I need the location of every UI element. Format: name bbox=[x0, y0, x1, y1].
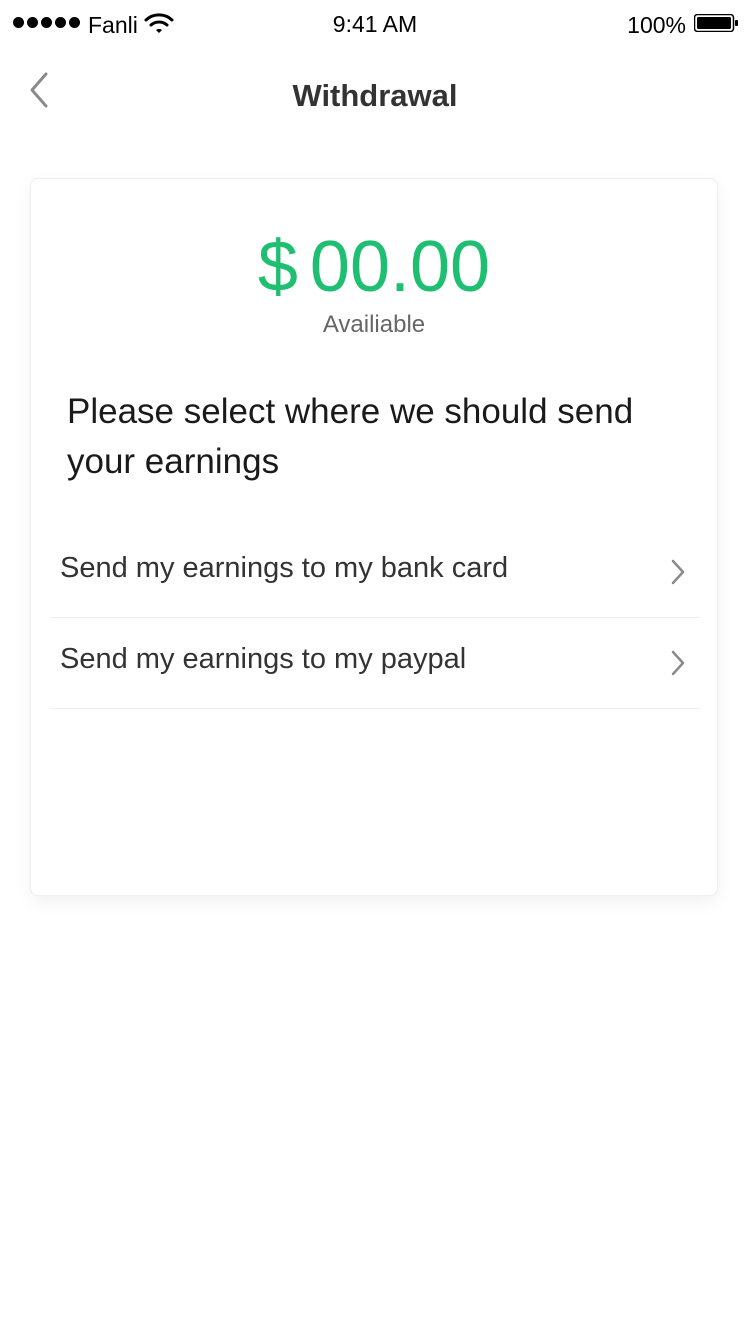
currency-symbol: $ bbox=[257, 227, 298, 307]
option-bank-card[interactable]: Send my earnings to my bank card bbox=[50, 527, 700, 618]
chevron-right-icon bbox=[671, 559, 685, 585]
withdrawal-card: $00.00 Availiable Please select where we… bbox=[30, 178, 718, 896]
chevron-right-icon bbox=[671, 650, 685, 676]
battery-icon bbox=[694, 14, 738, 32]
balance-amount: $00.00 bbox=[31, 227, 717, 307]
option-paypal[interactable]: Send my earnings to my paypal bbox=[50, 618, 700, 709]
balance-value: 00.00 bbox=[309, 227, 491, 307]
navigation-bar: Withdrawal bbox=[0, 50, 750, 140]
battery-percent: 100% bbox=[627, 12, 686, 38]
option-paypal-label: Send my earnings to my paypal bbox=[60, 643, 467, 675]
available-label: Availiable bbox=[322, 311, 426, 338]
status-bar: Fanli 9:41 AM 100% bbox=[0, 0, 750, 50]
option-bank-card-label: Send my earnings to my bank card bbox=[60, 552, 509, 584]
destination-prompt: Please select where we should send your … bbox=[67, 392, 634, 481]
page-title: Withdrawal bbox=[292, 78, 458, 113]
